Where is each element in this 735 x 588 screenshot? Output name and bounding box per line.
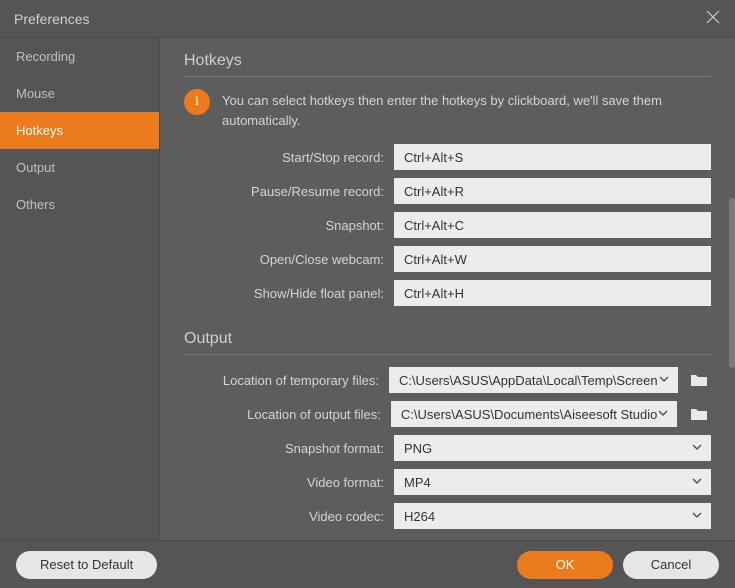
row-snapshot: Snapshot: [184, 212, 711, 238]
label-snapshot-format: Snapshot format: [184, 441, 384, 456]
scrollbar-thumb[interactable] [729, 198, 735, 368]
hotkey-rows: Start/Stop record: Pause/Resume record: … [184, 144, 711, 306]
input-webcam[interactable] [394, 246, 711, 272]
content-area: Hotkeys i You can select hotkeys then en… [160, 38, 735, 540]
sidebar-item-recording[interactable]: Recording [0, 38, 159, 75]
label-video-format: Video format: [184, 475, 384, 490]
label-snapshot: Snapshot: [184, 218, 384, 233]
reset-button[interactable]: Reset to Default [16, 551, 157, 579]
sidebar-item-mouse[interactable]: Mouse [0, 75, 159, 112]
select-text: C:\Users\ASUS\AppData\Local\Temp\Screen [399, 373, 658, 388]
output-rows: Location of temporary files: C:\Users\AS… [184, 367, 711, 529]
close-icon[interactable] [705, 9, 721, 28]
info-text: You can select hotkeys then enter the ho… [222, 89, 711, 130]
window-title: Preferences [14, 11, 705, 27]
info-row: i You can select hotkeys then enter the … [184, 89, 711, 130]
input-snapshot[interactable] [394, 212, 711, 238]
footer: Reset to Default OK Cancel [0, 540, 735, 588]
label-webcam: Open/Close webcam: [184, 252, 384, 267]
section-title-output: Output [184, 330, 711, 355]
cancel-button[interactable]: Cancel [623, 551, 719, 579]
row-output-location: Location of output files: C:\Users\ASUS\… [184, 401, 711, 427]
input-pause-resume[interactable] [394, 178, 711, 204]
info-icon: i [184, 89, 210, 115]
row-video-format: Video format: MP4 [184, 469, 711, 495]
preferences-window: Preferences Recording Mouse Hotkeys Outp… [0, 0, 735, 588]
chevron-down-icon [691, 509, 703, 524]
chevron-down-icon [657, 407, 669, 422]
row-pause-resume-record: Pause/Resume record: [184, 178, 711, 204]
select-video-format[interactable]: MP4 [394, 469, 711, 495]
chevron-down-icon [658, 373, 670, 388]
select-temp-location[interactable]: C:\Users\ASUS\AppData\Local\Temp\Screen [389, 367, 678, 393]
sidebar: Recording Mouse Hotkeys Output Others [0, 38, 160, 540]
input-start-stop[interactable] [394, 144, 711, 170]
select-text: H264 [404, 509, 691, 524]
label-output-location: Location of output files: [184, 407, 381, 422]
row-temp-location: Location of temporary files: C:\Users\AS… [184, 367, 711, 393]
ok-button[interactable]: OK [517, 551, 613, 579]
label-float-panel: Show/Hide float panel: [184, 286, 384, 301]
select-video-codec[interactable]: H264 [394, 503, 711, 529]
browse-temp-button[interactable] [688, 368, 711, 392]
chevron-down-icon [691, 475, 703, 490]
row-webcam: Open/Close webcam: [184, 246, 711, 272]
label-start-stop: Start/Stop record: [184, 150, 384, 165]
sidebar-item-hotkeys[interactable]: Hotkeys [0, 112, 159, 149]
input-float-panel[interactable] [394, 280, 711, 306]
section-title-hotkeys: Hotkeys [184, 52, 711, 77]
select-text: C:\Users\ASUS\Documents\Aiseesoft Studio [401, 407, 658, 422]
select-text: PNG [404, 441, 691, 456]
label-pause-resume: Pause/Resume record: [184, 184, 384, 199]
select-output-location[interactable]: C:\Users\ASUS\Documents\Aiseesoft Studio [391, 401, 678, 427]
sidebar-item-others[interactable]: Others [0, 186, 159, 223]
label-temp-location: Location of temporary files: [184, 373, 379, 388]
label-video-codec: Video codec: [184, 509, 384, 524]
select-snapshot-format[interactable]: PNG [394, 435, 711, 461]
sidebar-item-output[interactable]: Output [0, 149, 159, 186]
select-text: MP4 [404, 475, 691, 490]
row-float-panel: Show/Hide float panel: [184, 280, 711, 306]
body: Recording Mouse Hotkeys Output Others Ho… [0, 38, 735, 540]
title-bar: Preferences [0, 0, 735, 38]
row-snapshot-format: Snapshot format: PNG [184, 435, 711, 461]
row-video-codec: Video codec: H264 [184, 503, 711, 529]
chevron-down-icon [691, 441, 703, 456]
browse-output-button[interactable] [687, 402, 711, 426]
row-start-stop-record: Start/Stop record: [184, 144, 711, 170]
